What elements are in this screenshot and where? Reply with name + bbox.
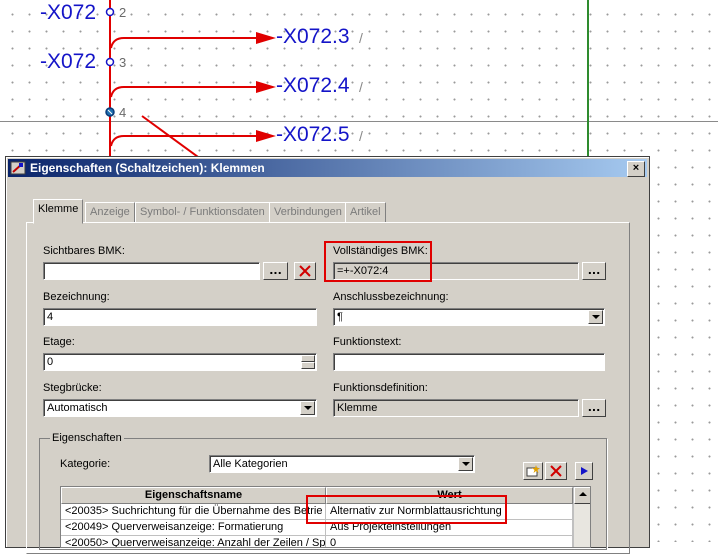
etage-label: Etage: [43, 336, 75, 348]
bezeichnung-label: Bezeichnung: [43, 291, 110, 303]
sichtbares-bmk-label: Sichtbares BMK: [43, 245, 125, 257]
anschlussbezeichnung-value: ¶ [337, 311, 343, 323]
scroll-up-button[interactable] [574, 487, 590, 504]
stegbruecke-value: Automatisch [47, 402, 108, 414]
anschlussbezeichnung-label: Anschlussbezeichnung: [333, 291, 449, 303]
chevron-down-icon[interactable] [300, 401, 315, 415]
play-button[interactable] [575, 462, 593, 480]
play-arrow-icon [581, 467, 588, 475]
stepper-arrows[interactable] [301, 355, 315, 369]
device-label: -X072 [40, 50, 97, 73]
delete-x-icon [299, 265, 311, 277]
chevron-down-icon[interactable] [588, 310, 603, 324]
table-scrollbar[interactable] [573, 487, 590, 547]
kategorie-value: Alle Kategorien [213, 458, 288, 470]
funktionstext-label: Funktionstext: [333, 336, 402, 348]
stegbruecke-select[interactable]: Automatisch [43, 399, 317, 417]
property-name-cell: <20050> Querverweisanzeige: Anzahl der Z… [61, 536, 326, 547]
slash-mark: / [359, 30, 363, 46]
new-property-button[interactable] [523, 462, 543, 480]
app-icon [10, 161, 26, 175]
property-name-cell: <20035> Suchrichtung für die Übernahme d… [61, 504, 326, 520]
cross-reference-target[interactable]: -X072.5 [276, 123, 350, 147]
eigenschaften-group-label: Eigenschaften [50, 432, 124, 444]
cross-reference-target[interactable]: -X072.3 [276, 25, 350, 49]
chevron-down-icon[interactable] [458, 457, 473, 471]
device-label: -X072 [40, 1, 97, 24]
column-header-name[interactable]: Eigenschaftsname [61, 487, 326, 504]
terminal-number: 2 [119, 5, 127, 20]
funktionstext-input[interactable] [333, 353, 605, 371]
sichtbares-bmk-browse-button[interactable]: ... [263, 262, 288, 280]
vollstaendiges-bmk-browse-button[interactable]: ... [582, 262, 606, 280]
delete-property-button[interactable] [545, 462, 567, 480]
annotation-highlight-box [306, 495, 507, 524]
annotation-highlight-box [324, 241, 432, 282]
tab-artikel[interactable]: Artikel [345, 202, 386, 223]
sichtbares-bmk-input[interactable] [43, 262, 260, 280]
dialog-title: Eigenschaften (Schaltzeichen): Klemmen [30, 161, 265, 175]
tab-symbol-funktionsdaten[interactable]: Symbol- / Funktionsdaten [135, 202, 270, 223]
funktionsdefinition-label: Funktionsdefinition: [333, 382, 428, 394]
cross-reference-target[interactable]: -X072.4 [276, 74, 350, 98]
arrow-head [256, 32, 276, 44]
property-value-cell[interactable]: 0 [326, 536, 573, 547]
funktionsdefinition-field[interactable]: Klemme [333, 399, 579, 417]
slash-mark: / [359, 128, 363, 144]
anschlussbezeichnung-select[interactable]: ¶ [333, 308, 605, 326]
tab-anzeige[interactable]: Anzeige [85, 202, 135, 223]
kategorie-select[interactable]: Alle Kategorien [209, 455, 475, 473]
terminal-number: 3 [119, 55, 127, 70]
terminal-number: 4 [119, 105, 127, 120]
bezeichnung-input[interactable]: 4 [43, 308, 317, 326]
stegbruecke-label: Stegbrücke: [43, 382, 102, 394]
tab-verbindungen[interactable]: Verbindungen [269, 202, 347, 223]
dialog-titlebar[interactable]: Eigenschaften (Schaltzeichen): Klemmen × [8, 159, 647, 177]
funktionsdefinition-browse-button[interactable]: ... [582, 399, 606, 417]
tab-klemme[interactable]: Klemme [33, 199, 84, 224]
clear-button[interactable] [294, 262, 316, 280]
close-button[interactable]: × [627, 161, 645, 177]
delete-x-icon [550, 465, 562, 477]
new-row-icon [526, 465, 540, 477]
slash-mark: / [359, 79, 363, 95]
kategorie-label: Kategorie: [60, 458, 111, 470]
etage-stepper[interactable]: 0 [43, 353, 317, 371]
etage-value: 0 [47, 356, 54, 368]
property-name-cell: <20049> Querverweisanzeige: Formatierung [61, 520, 326, 536]
